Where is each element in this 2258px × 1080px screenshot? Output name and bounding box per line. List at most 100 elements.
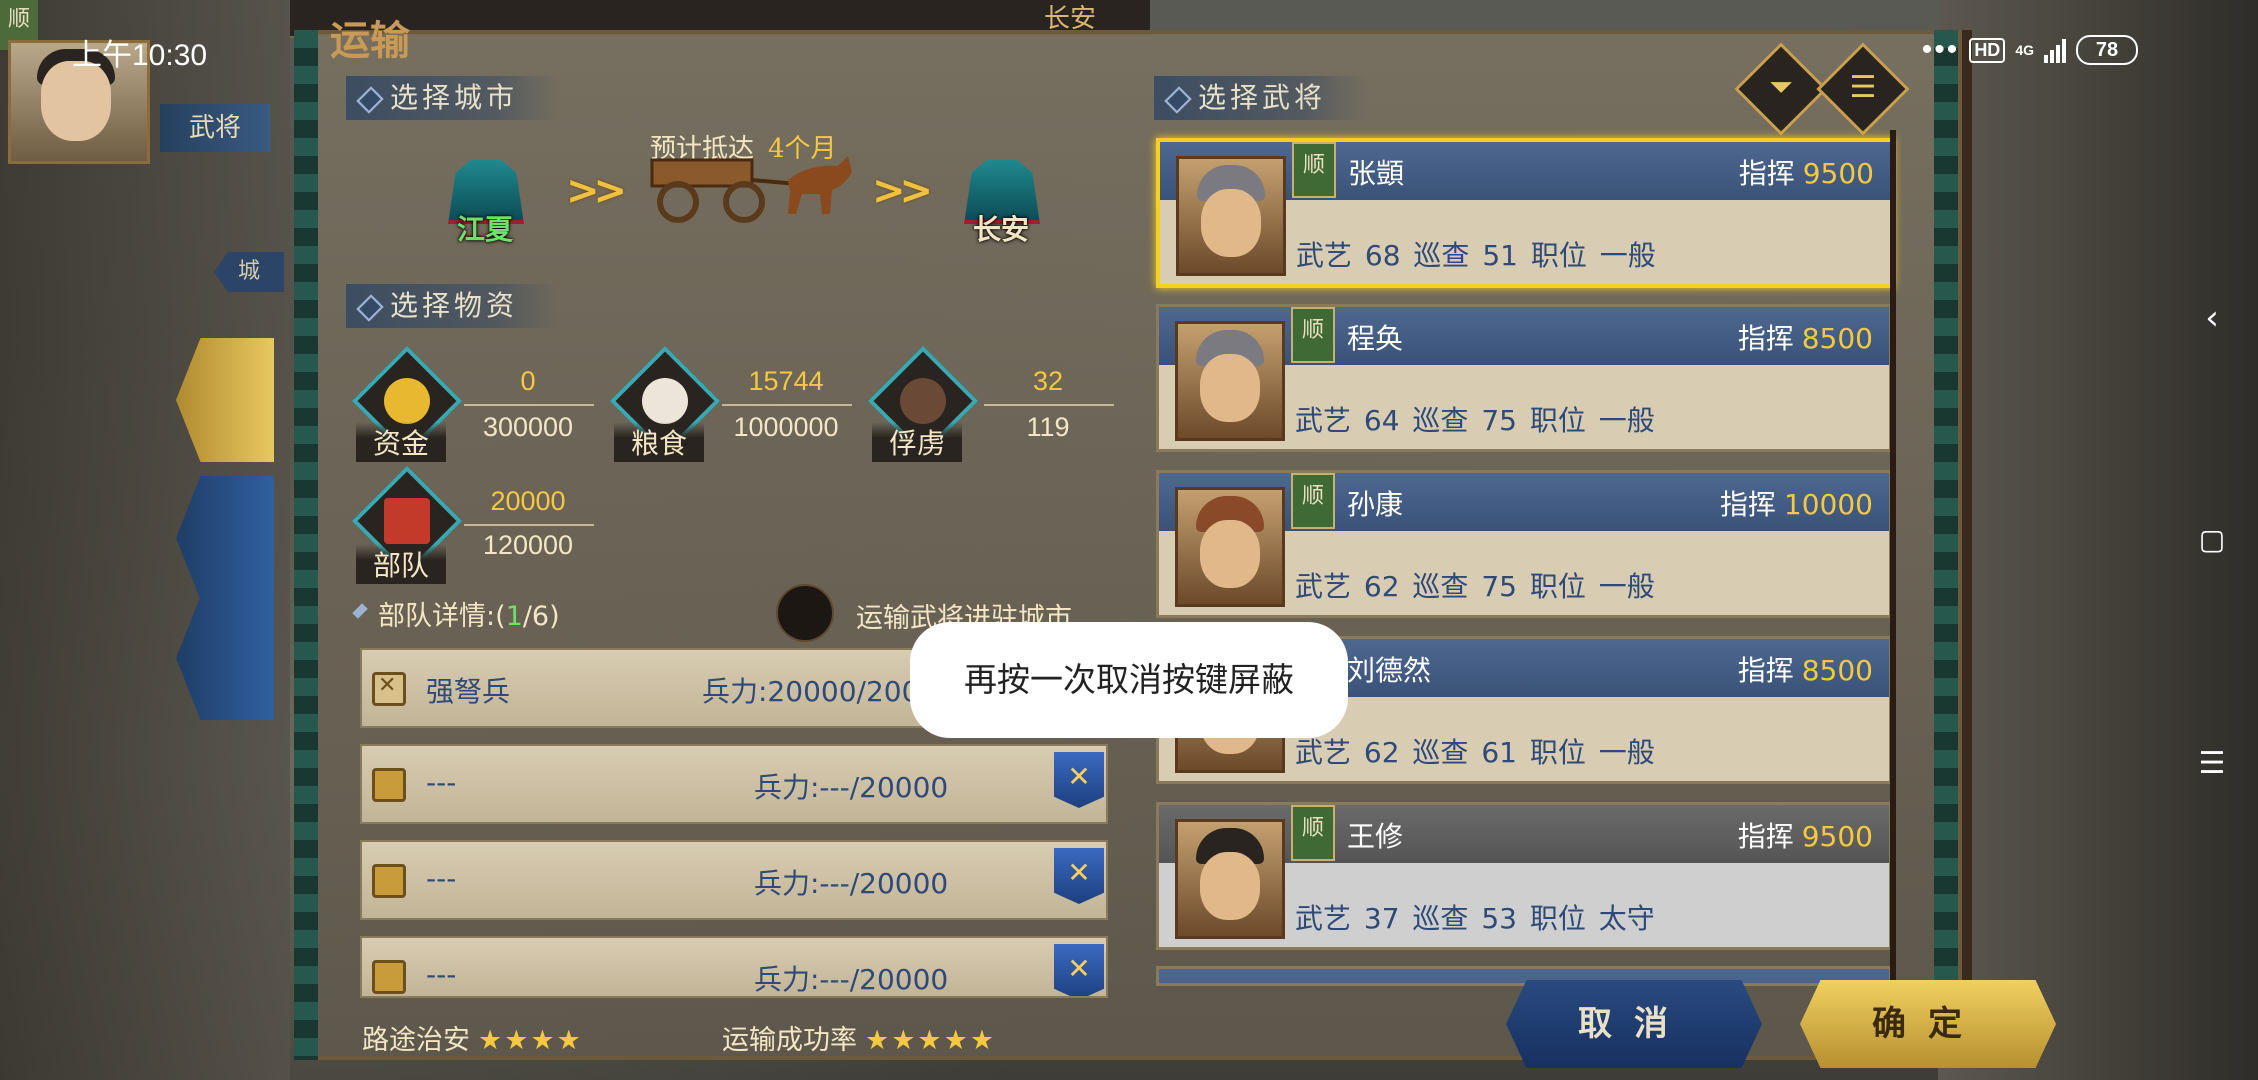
troop-detail-count: 1 [505,601,523,632]
general-faction-tag: 顺 [1291,473,1335,529]
route-arrows-1: >> [566,168,627,214]
signal-icon [2044,37,2066,63]
funnel-icon: ⏷ [1769,70,1793,105]
general-card[interactable]: 顺 程奂 指挥 8500 武艺 64 巡查 75 职位 一般 [1156,304,1892,452]
resource-divider-grain [722,404,852,406]
resource-max-prisoner: 119 [1026,412,1070,442]
troop-force: 兵力:---/20000 [754,963,949,996]
general-command-label: 指挥 [1719,488,1776,521]
general-command: 指挥 9500 [1739,152,1874,192]
general-faction-tag: 顺 [1291,805,1335,861]
more-dots-icon: ••• [1921,33,1960,66]
panel-rod-right [1934,30,1958,1060]
home-nav-icon[interactable]: ▢ [2190,518,2234,562]
add-troop-flag-icon[interactable]: ✕ [1054,848,1104,904]
general-command: 指挥 10000 [1720,483,1873,523]
resource-current-troops[interactable]: 20000 [458,486,598,517]
general-command-value: 9500 [1801,820,1873,853]
general-command-value: 8500 [1801,322,1873,355]
general-card-partial[interactable] [1156,966,1892,986]
general-command-value: 8500 [1801,654,1873,687]
troop-name: 强弩兵 [426,675,511,708]
resource-max-troops: 120000 [482,530,574,560]
troop-detail-header: 部队详情:(1/6) [378,594,560,633]
add-troop-flag-icon[interactable]: ✕ [1054,752,1104,808]
general-portrait [1175,487,1285,607]
troop-row[interactable]: --- 兵力:---/20000 ✕ [360,744,1108,824]
general-command: 指挥 8500 [1738,649,1873,689]
general-command-label: 指挥 [1737,322,1794,355]
general-command: 指挥 8500 [1738,317,1873,357]
status-time: 上午10:30 [72,39,208,72]
resource-label-grain: 粮食 [614,422,704,462]
resource-label-gold: 资金 [356,422,446,462]
troop-force: 兵力:---/20000 [754,771,949,804]
resource-max-gold: 300000 [482,412,574,442]
route-security: 路途治安 ★★★★ [362,1018,583,1057]
resource-label-prisoner: 俘虏 [872,422,962,462]
resource-label-troops: 部队 [356,544,446,584]
route-arrows-2: >> [872,168,933,214]
general-stats: 武艺 62 巡查 61 职位 一般 [1295,736,1655,769]
troop-force: 兵力:---/20000 [754,867,949,900]
general-stats: 武艺 62 巡查 75 职位 一般 [1295,570,1655,603]
network-type-icon: 4G [2015,42,2034,58]
success-rate-stars: ★★★★★ [865,1025,997,1056]
back-nav-icon[interactable]: ‹ [2190,296,2234,340]
cancel-button[interactable]: 取消 [1506,980,1762,1068]
troop-name: --- [426,958,457,991]
section-select-city: 选择城市 [346,76,559,120]
list-icon: ☰ [1849,70,1877,105]
general-command-value: 9500 [1802,157,1874,190]
general-name: 王修 [1347,820,1404,853]
battery-icon: 78 [2076,35,2138,65]
troop-checkbox[interactable] [372,960,406,994]
resource-current-prisoner[interactable]: 32 [978,366,1118,397]
general-command: 指挥 9500 [1738,815,1873,855]
general-stats: 武艺 64 巡查 75 职位 一般 [1295,404,1655,437]
general-portrait [1175,819,1285,939]
to-city-label[interactable]: 长安 [956,208,1046,248]
resource-current-gold[interactable]: 0 [458,366,598,397]
troop-detail-total: /6) [522,601,560,632]
general-command-value: 10000 [1783,488,1873,521]
troop-row[interactable]: --- 兵力:---/20000 ✕ [360,936,1108,998]
route-security-stars: ★★★★ [478,1025,583,1056]
troop-name: --- [426,766,457,799]
resource-current-grain[interactable]: 15744 [716,366,856,397]
general-stats: 武艺 37 巡查 53 职位 太守 [1295,902,1655,935]
general-list-scrollbar[interactable] [1890,130,1896,980]
wujiang-tab[interactable]: 武将 [160,104,270,152]
general-card[interactable]: 顺 王修 指挥 9500 武艺 37 巡查 53 职位 太守 [1156,802,1892,950]
from-city-label[interactable]: 江夏 [440,208,530,248]
resource-divider-gold [464,404,594,406]
success-rate-label: 运输成功率 [722,1025,857,1056]
menu-nav-icon[interactable]: ☰ [2190,742,2234,786]
section-select-general: 选择武将 [1154,76,1367,120]
success-rate: 运输成功率 ★★★★★ [722,1018,996,1057]
troop-row[interactable]: --- 兵力:---/20000 ✕ [360,840,1108,920]
general-name: 刘德然 [1347,654,1432,687]
city-tab[interactable]: 城 [214,252,284,292]
troop-checkbox[interactable] [372,864,406,898]
resource-divider-troops [464,524,594,526]
general-card[interactable]: 顺 张顗 指挥 9500 武艺 68 巡查 51 职位 一般 [1156,138,1894,288]
route-security-label: 路途治安 [362,1025,470,1056]
general-name: 孙康 [1347,488,1404,521]
add-troop-flag-icon[interactable]: ✕ [1054,944,1104,996]
general-card[interactable]: 顺 孙康 指挥 10000 武艺 62 巡查 75 职位 一般 [1156,470,1892,618]
station-toggle[interactable] [776,584,834,642]
troop-checkbox[interactable] [372,768,406,802]
resource-divider-prisoner [984,404,1114,406]
troop-checkbox[interactable] [372,672,406,706]
confirm-button[interactable]: 确定 [1800,980,2056,1068]
troop-name: --- [426,862,457,895]
general-command-label: 指挥 [1738,157,1795,190]
toast-message: 再按一次取消按键屏蔽 [910,622,1348,738]
general-name: 张顗 [1348,157,1405,190]
general-faction-tag: 顺 [1292,142,1336,198]
horse-cart-icon [650,156,852,223]
general-name: 程奂 [1347,322,1404,355]
general-stats: 武艺 68 巡查 51 职位 一般 [1296,239,1656,272]
general-command-label: 指挥 [1737,654,1794,687]
